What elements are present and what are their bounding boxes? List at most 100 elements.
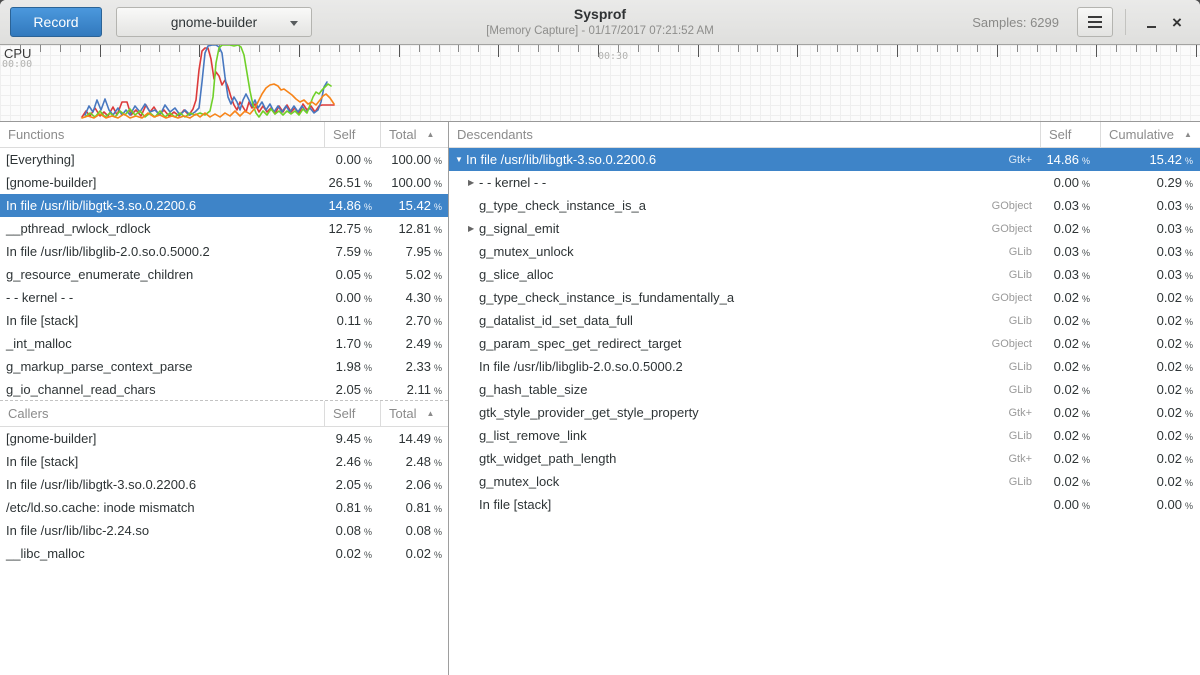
close-button[interactable]: × [1164, 7, 1190, 37]
window-subtitle: [Memory Capture] - 01/17/2017 07:21:52 A… [486, 25, 714, 37]
menu-button[interactable] [1077, 7, 1113, 37]
caller-row[interactable]: In file /usr/lib/libc-2.24.so0.08%0.08% [0, 519, 448, 542]
cpu-usage-graph[interactable]: CPU 00:00 00:30 [0, 45, 1200, 122]
library-badge: GObject [992, 223, 1032, 235]
function-row[interactable]: - - kernel - -0.00%4.30% [0, 286, 448, 309]
symbol-name: In file /usr/lib/libc-2.24.so [0, 523, 324, 538]
caller-row[interactable]: [gnome-builder]9.45%14.49% [0, 427, 448, 450]
percent-sign: % [1082, 156, 1090, 166]
descendant-row[interactable]: gtk_widget_path_lengthGtk+0.02%0.02% [449, 447, 1200, 470]
expander-icon[interactable]: ▼ [454, 155, 466, 164]
total-column-header[interactable]: Total▲ [380, 122, 448, 147]
descendant-row[interactable]: In file /usr/lib/libglib-2.0.so.0.5000.2… [449, 355, 1200, 378]
symbol-name: In file /usr/lib/libgtk-3.so.0.2200.6 [466, 152, 1008, 167]
function-row[interactable]: g_markup_parse_context_parse1.98%2.33% [0, 355, 448, 378]
total-percent: 0.81% [380, 500, 448, 515]
expander-icon[interactable]: ▶ [467, 178, 479, 187]
percent-sign: % [1082, 294, 1090, 304]
left-pane: Functions Self Total▲ [Everything]0.00%1… [0, 122, 449, 675]
percent-value: 14.49 [398, 431, 431, 446]
library-badge: Gtk+ [1008, 407, 1032, 419]
descendant-row[interactable]: g_type_check_instance_is_aGObject0.03%0.… [449, 194, 1200, 217]
caller-row[interactable]: In file /usr/lib/libgtk-3.so.0.2200.62.0… [0, 473, 448, 496]
process-selector-dropdown[interactable]: gnome-builder [116, 7, 312, 37]
caller-row[interactable]: In file [stack]2.46%2.48% [0, 450, 448, 473]
callers-column-header[interactable]: Callers [0, 406, 324, 421]
symbol-name: __pthread_rwlock_rdlock [0, 221, 324, 236]
percent-sign: % [434, 458, 442, 468]
self-percent: 0.02% [1040, 290, 1100, 305]
function-row[interactable]: In file [stack]0.11%2.70% [0, 309, 448, 332]
percent-sign: % [1185, 225, 1193, 235]
percent-value: 0.02 [1054, 474, 1079, 489]
functions-column-header[interactable]: Functions [0, 127, 324, 142]
symbol-name: g_io_channel_read_chars [0, 382, 324, 397]
symbol-name: g_datalist_id_set_data_full [479, 313, 1009, 328]
cumulative-percent: 0.29% [1100, 175, 1200, 190]
function-row[interactable]: In file /usr/lib/libgtk-3.so.0.2200.614.… [0, 194, 448, 217]
percent-value: 4.30 [406, 290, 431, 305]
function-row[interactable]: __pthread_rwlock_rdlock12.75%12.81% [0, 217, 448, 240]
library-badge: GLib [1009, 430, 1032, 442]
percent-sign: % [1185, 248, 1193, 258]
function-row[interactable]: g_io_channel_read_chars2.05%2.11% [0, 378, 448, 401]
expander-icon[interactable]: ▶ [467, 224, 479, 233]
total-percent: 15.42% [380, 198, 448, 213]
self-percent: 0.08% [324, 523, 380, 538]
function-row[interactable]: In file /usr/lib/libglib-2.0.so.0.5000.2… [0, 240, 448, 263]
percent-sign: % [1082, 271, 1090, 281]
self-percent: 0.00% [1040, 497, 1100, 512]
library-badge: GLib [1009, 384, 1032, 396]
symbol-name: __libc_malloc [0, 546, 324, 561]
self-column-header[interactable]: Self [1040, 122, 1100, 147]
self-column-header[interactable]: Self [324, 122, 380, 147]
self-column-header[interactable]: Self [324, 401, 380, 426]
descendant-row[interactable]: ▶- - kernel - -0.00%0.29% [449, 171, 1200, 194]
symbol-name: g_resource_enumerate_children [0, 267, 324, 282]
descendant-row[interactable]: In file [stack]0.00%0.00% [449, 493, 1200, 516]
percent-value: 0.29 [1157, 175, 1182, 190]
symbol-name: g_markup_parse_context_parse [0, 359, 324, 374]
symbol-name: g_list_remove_link [479, 428, 1009, 443]
descendant-row[interactable]: g_list_remove_linkGLib 0.02%0.02% [449, 424, 1200, 447]
percent-sign: % [1082, 455, 1090, 465]
caller-row[interactable]: __libc_malloc0.02%0.02% [0, 542, 448, 565]
self-percent: 2.05% [324, 477, 380, 492]
descendant-row[interactable]: ▶g_signal_emitGObject0.02%0.03% [449, 217, 1200, 240]
record-button[interactable]: Record [10, 7, 102, 37]
descendant-row[interactable]: g_slice_allocGLib0.03%0.03% [449, 263, 1200, 286]
descendant-row[interactable]: g_mutex_lockGLib0.02%0.02% [449, 470, 1200, 493]
descendant-row[interactable]: g_type_check_instance_is_fundamentally_a… [449, 286, 1200, 309]
descendant-row[interactable]: g_datalist_id_set_data_fullGLib0.02%0.02… [449, 309, 1200, 332]
function-row[interactable]: [gnome-builder]26.51%100.00% [0, 171, 448, 194]
cumulative-percent: 0.02% [1100, 428, 1200, 443]
cumulative-percent: 0.03% [1100, 244, 1200, 259]
descendant-row[interactable]: g_mutex_unlockGLib0.03%0.03% [449, 240, 1200, 263]
function-row[interactable]: _int_malloc1.70%2.49% [0, 332, 448, 355]
caller-row[interactable]: /etc/ld.so.cache: inode mismatch0.81%0.8… [0, 496, 448, 519]
sysprof-window: Record gnome-builder Sysprof [Memory Cap… [0, 0, 1200, 675]
cumulative-column-header[interactable]: Cumulative▲ [1100, 122, 1200, 147]
percent-sign: % [1185, 386, 1193, 396]
function-row[interactable]: [Everything]0.00%100.00% [0, 148, 448, 171]
symbol-name: g_slice_alloc [479, 267, 1009, 282]
percent-value: 1.70 [336, 336, 361, 351]
descendant-row[interactable]: ▼In file /usr/lib/libgtk-3.so.0.2200.6Gt… [449, 148, 1200, 171]
percent-value: 0.02 [1157, 451, 1182, 466]
total-column-header[interactable]: Total▲ [380, 401, 448, 426]
self-percent: 0.02% [1040, 428, 1100, 443]
percent-sign: % [364, 225, 372, 235]
library-badge: GLib [1009, 361, 1032, 373]
function-row[interactable]: g_resource_enumerate_children0.05%5.02% [0, 263, 448, 286]
descendants-column-header[interactable]: Descendants [449, 127, 1040, 142]
percent-value: 0.02 [1157, 474, 1182, 489]
percent-sign: % [364, 481, 372, 491]
symbol-name: In file [stack] [479, 497, 1032, 512]
descendant-row[interactable]: g_hash_table_sizeGLib0.02%0.02% [449, 378, 1200, 401]
minimize-button[interactable] [1138, 7, 1164, 37]
descendant-row[interactable]: g_param_spec_get_redirect_targetGObject0… [449, 332, 1200, 355]
total-percent: 2.06% [380, 477, 448, 492]
percent-value: 0.02 [1054, 313, 1079, 328]
self-percent: 2.05% [324, 382, 380, 397]
descendant-row[interactable]: gtk_style_provider_get_style_propertyGtk… [449, 401, 1200, 424]
